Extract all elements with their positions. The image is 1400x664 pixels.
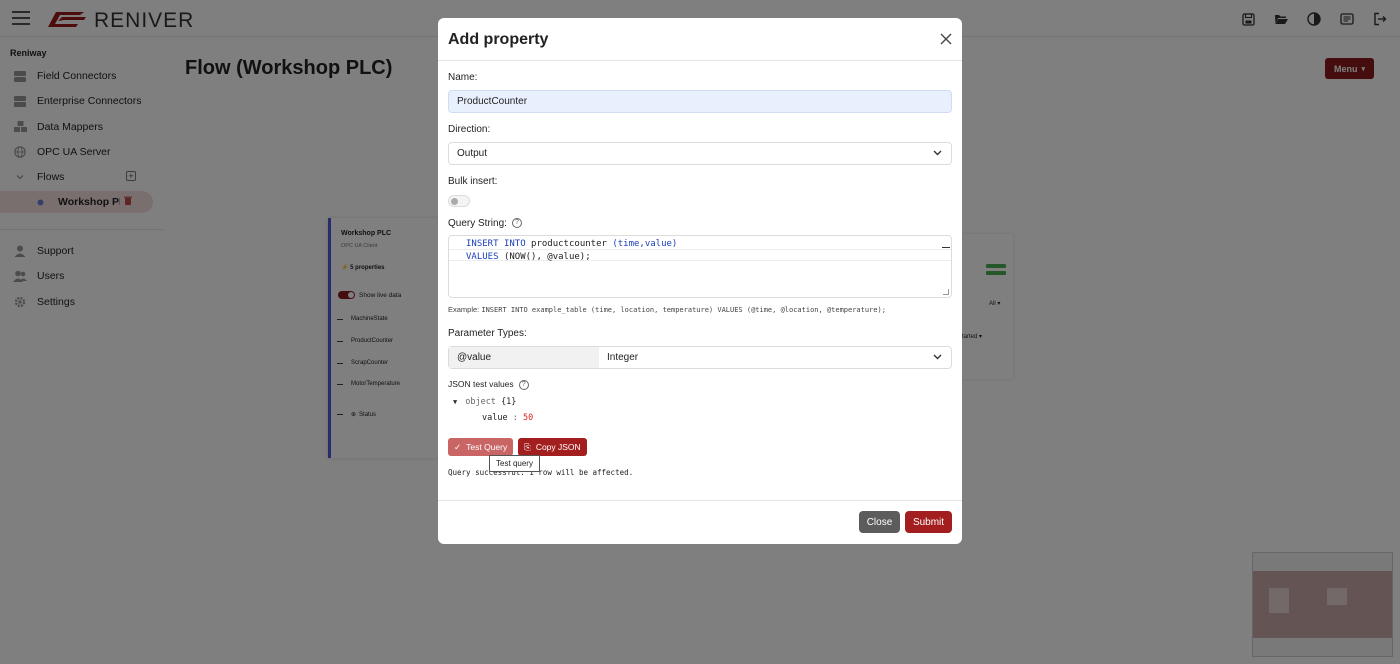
submit-button[interactable]: Submit	[905, 511, 952, 533]
modal-footer-divider	[438, 500, 962, 501]
direction-select-value: Output	[457, 148, 488, 159]
direction-select[interactable]: Output	[448, 142, 952, 165]
modal-title: Add property	[448, 31, 549, 48]
json-value-row[interactable]: value : 50	[482, 413, 533, 423]
sql-table: productcounter	[531, 239, 607, 249]
chevron-down-icon	[933, 354, 942, 360]
copy-json-button[interactable]: ⎘ Copy JSON	[518, 438, 587, 456]
test-query-label: Test Query	[466, 442, 508, 452]
collapse-triangle-icon[interactable]: ▼	[453, 398, 457, 406]
example-label: Example:	[448, 305, 480, 314]
name-input-value: ProductCounter	[457, 96, 528, 107]
sql-keyword: INSERT	[466, 239, 499, 249]
json-test-values-text: JSON test values	[448, 379, 514, 389]
query-example: Example: INSERT INTO example_table (time…	[448, 305, 886, 314]
json-key: value	[482, 413, 508, 423]
sql-keyword: VALUES	[466, 251, 499, 262]
json-separator: :	[512, 413, 518, 423]
clipboard-icon: ⎘	[524, 441, 531, 452]
json-root-node[interactable]: ▼ object {1}	[453, 397, 533, 407]
json-value[interactable]: 50	[523, 413, 533, 423]
json-tree-viewer[interactable]: ▼ object {1} value : 50	[453, 397, 533, 423]
code-line-1: INSERT INTO productcounter (time,value)	[466, 238, 951, 251]
parameter-name: @value	[449, 347, 599, 368]
json-root-type: object	[465, 397, 496, 407]
query-string-editor[interactable]: INSERT INTO productcounter (time,value) …	[448, 235, 952, 298]
parameter-types-label: Parameter Types:	[448, 328, 527, 339]
query-string-label: Query String:?	[448, 218, 522, 229]
name-label: Name:	[448, 72, 478, 83]
close-icon[interactable]	[940, 33, 952, 45]
parameter-type-row: @value Integer	[448, 346, 952, 369]
test-query-button[interactable]: ✓ Test Query	[448, 438, 513, 456]
code-line-2: VALUES (NOW(), @value);	[466, 251, 951, 264]
parameter-type-value: Integer	[607, 352, 639, 363]
bulk-insert-label: Bulk insert:	[448, 176, 498, 187]
editor-scrollbar[interactable]	[942, 247, 950, 248]
help-icon[interactable]: ?	[518, 379, 529, 390]
close-button[interactable]: Close	[859, 511, 900, 533]
modal-header: Add property	[438, 18, 962, 61]
add-property-dialog: Add property Name: ProductCounter Direct…	[438, 18, 962, 544]
json-root-count: {1}	[501, 397, 517, 407]
check-icon: ✓	[454, 441, 462, 452]
resize-handle-icon[interactable]	[943, 289, 949, 295]
tooltip: Test query	[489, 455, 540, 472]
chevron-down-icon	[933, 150, 942, 156]
bulk-insert-switch[interactable]	[448, 195, 470, 207]
json-test-values-label: JSON test values?	[448, 379, 529, 390]
example-query: INSERT INTO example_table (time, locatio…	[481, 306, 886, 314]
parameter-type-select[interactable]: Integer	[599, 347, 951, 368]
sql-keyword: INTO	[503, 239, 526, 249]
query-string-label-text: Query String:	[448, 218, 507, 229]
direction-label: Direction:	[448, 124, 491, 135]
copy-json-label: Copy JSON	[535, 442, 581, 452]
help-icon[interactable]: ?	[511, 218, 522, 229]
name-input[interactable]: ProductCounter	[448, 90, 952, 113]
sql-columns: (time,value)	[612, 239, 678, 249]
sql-values: (NOW(), @value);	[503, 251, 591, 262]
query-result-message: Query successful. 1 row will be affected…	[448, 468, 634, 477]
